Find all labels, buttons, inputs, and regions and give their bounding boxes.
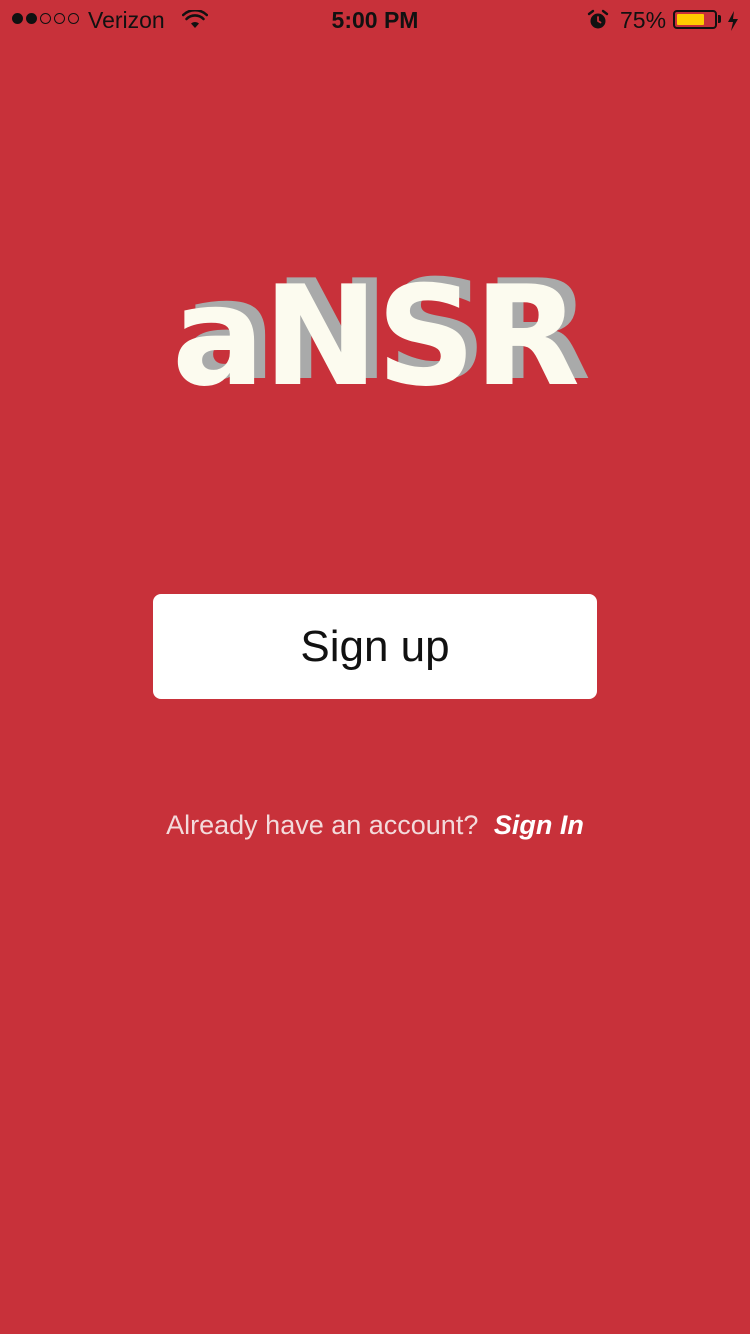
signin-link[interactable]: Sign In (494, 810, 584, 840)
app-logo: aNSR (0, 268, 750, 406)
battery-nub (718, 15, 721, 23)
signin-prompt: Already have an account? (166, 810, 479, 840)
status-bar: Verizon 5:00 PM 75% (0, 0, 750, 40)
signup-button[interactable]: Sign up (153, 594, 597, 699)
battery-icon (673, 10, 717, 29)
logo-text: aNSR (171, 256, 580, 417)
alarm-icon (587, 9, 609, 37)
battery-percent: 75% (620, 7, 667, 33)
charging-bolt-icon (727, 10, 739, 37)
battery-level (677, 14, 704, 25)
signin-row: Already have an account? Sign In (0, 810, 750, 841)
